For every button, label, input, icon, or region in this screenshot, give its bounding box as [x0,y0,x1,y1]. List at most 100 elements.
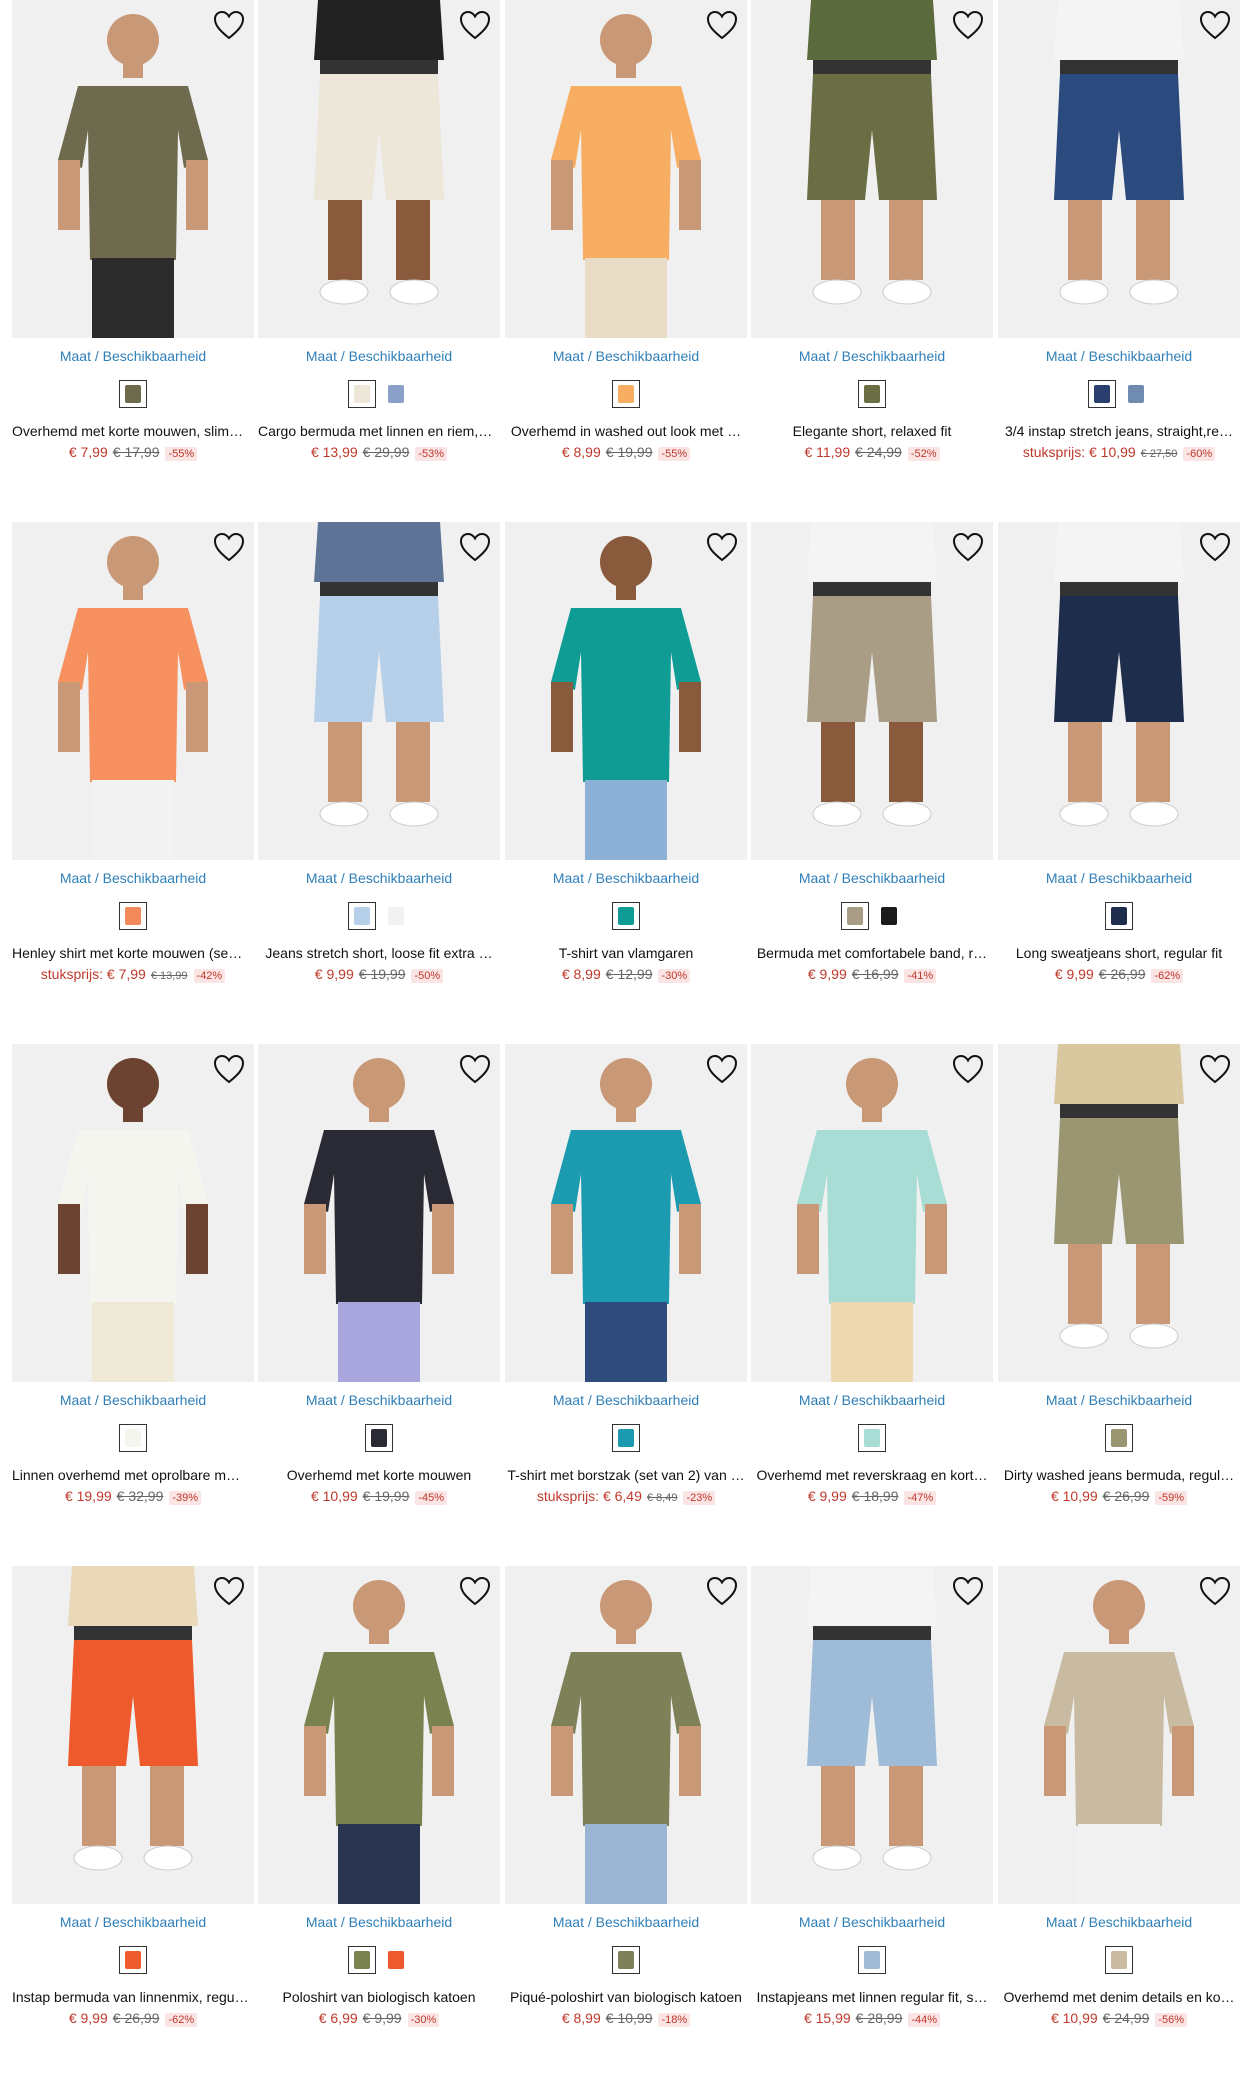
product-title[interactable]: Dirty washed jeans bermuda, regul… [998,1467,1240,1483]
color-swatch[interactable] [841,902,869,930]
product-title[interactable]: Instap bermuda van linnenmix, regu… [12,1989,254,2005]
color-swatch[interactable] [612,1946,640,1974]
product-title[interactable]: Bermuda met comfortabele band, r… [751,945,993,961]
product-image[interactable] [12,0,254,338]
product-title[interactable]: Linnen overhemd met oprolbare m… [12,1467,254,1483]
wishlist-heart-icon[interactable] [1198,1574,1232,1608]
product-card[interactable]: Maat / Beschikbaarheid Overhemd met korte… [12,0,254,480]
color-swatch[interactable] [1105,1424,1133,1452]
product-image[interactable] [751,1566,993,1904]
color-swatch[interactable] [1122,380,1150,408]
product-card[interactable]: Maat / Beschikbaarheid Overhemd met korte… [258,1044,500,1524]
product-card[interactable]: Maat / Beschikbaarheid Piqué-poloshirt va… [505,1566,747,2046]
size-availability-link[interactable]: Maat / Beschikbaarheid [12,1914,254,1930]
product-card[interactable]: Maat / Beschikbaarheid Linnen overhemd me… [12,1044,254,1524]
color-swatch[interactable] [382,1946,410,1974]
product-title[interactable]: Cargo bermuda met linnen en riem,… [258,423,500,439]
color-swatch[interactable] [858,1424,886,1452]
color-swatch[interactable] [858,1946,886,1974]
wishlist-heart-icon[interactable] [458,1574,492,1608]
product-image[interactable] [258,1566,500,1904]
wishlist-heart-icon[interactable] [705,530,739,564]
product-card[interactable]: Maat / Beschikbaarheid Overhemd met rever… [751,1044,993,1524]
product-title[interactable]: T-shirt van vlamgaren [505,945,747,961]
product-image[interactable] [258,522,500,860]
product-title[interactable]: 3/4 instap stretch jeans, straight,re… [998,423,1240,439]
color-swatch[interactable] [612,902,640,930]
size-availability-link[interactable]: Maat / Beschikbaarheid [12,870,254,886]
size-availability-link[interactable]: Maat / Beschikbaarheid [998,1392,1240,1408]
size-availability-link[interactable]: Maat / Beschikbaarheid [258,1392,500,1408]
product-image[interactable] [258,1044,500,1382]
product-title[interactable]: Instapjeans met linnen regular fit, s… [751,1989,993,2005]
color-swatch[interactable] [365,1424,393,1452]
product-title[interactable]: Overhemd met korte mouwen [258,1467,500,1483]
product-image[interactable] [12,1044,254,1382]
color-swatch[interactable] [1105,1946,1133,1974]
color-swatch[interactable] [875,902,903,930]
product-title[interactable]: Poloshirt van biologisch katoen [258,1989,500,2005]
product-image[interactable] [12,522,254,860]
wishlist-heart-icon[interactable] [458,8,492,42]
product-card[interactable]: Maat / Beschikbaarheid Elegante short, re… [751,0,993,480]
product-card[interactable]: Maat / Beschikbaarheid Cargo bermuda met … [258,0,500,480]
size-availability-link[interactable]: Maat / Beschikbaarheid [505,1392,747,1408]
size-availability-link[interactable]: Maat / Beschikbaarheid [998,1914,1240,1930]
color-swatch[interactable] [348,902,376,930]
product-image[interactable] [998,1044,1240,1382]
color-swatch[interactable] [382,902,410,930]
product-image[interactable] [751,0,993,338]
size-availability-link[interactable]: Maat / Beschikbaarheid [505,1914,747,1930]
wishlist-heart-icon[interactable] [951,530,985,564]
size-availability-link[interactable]: Maat / Beschikbaarheid [258,1914,500,1930]
wishlist-heart-icon[interactable] [951,1574,985,1608]
product-card[interactable]: Maat / Beschikbaarheid Instap bermuda van… [12,1566,254,2046]
wishlist-heart-icon[interactable] [951,8,985,42]
product-title[interactable]: Overhemd met denim details en ko… [998,1989,1240,2005]
wishlist-heart-icon[interactable] [705,1052,739,1086]
color-swatch[interactable] [858,380,886,408]
size-availability-link[interactable]: Maat / Beschikbaarheid [998,870,1240,886]
size-availability-link[interactable]: Maat / Beschikbaarheid [505,348,747,364]
size-availability-link[interactable]: Maat / Beschikbaarheid [12,1392,254,1408]
color-swatch[interactable] [612,380,640,408]
wishlist-heart-icon[interactable] [705,8,739,42]
wishlist-heart-icon[interactable] [705,1574,739,1608]
product-card[interactable]: Maat / Beschikbaarheid Bermuda met comfor… [751,522,993,1002]
size-availability-link[interactable]: Maat / Beschikbaarheid [751,870,993,886]
color-swatch[interactable] [382,380,410,408]
wishlist-heart-icon[interactable] [951,1052,985,1086]
product-title[interactable]: Henley shirt met korte mouwen (se… [12,945,254,961]
wishlist-heart-icon[interactable] [212,1574,246,1608]
color-swatch[interactable] [119,1424,147,1452]
wishlist-heart-icon[interactable] [1198,530,1232,564]
wishlist-heart-icon[interactable] [458,1052,492,1086]
product-image[interactable] [998,1566,1240,1904]
color-swatch[interactable] [119,1946,147,1974]
product-card[interactable]: Maat / Beschikbaarheid Dirty washed jeans… [998,1044,1240,1524]
product-card[interactable]: Maat / Beschikbaarheid T-shirt van vlamga… [505,522,747,1002]
color-swatch[interactable] [119,902,147,930]
product-card[interactable]: Maat / Beschikbaarheid 3/4 instap stretch… [998,0,1240,480]
size-availability-link[interactable]: Maat / Beschikbaarheid [751,1914,993,1930]
size-availability-link[interactable]: Maat / Beschikbaarheid [258,348,500,364]
size-availability-link[interactable]: Maat / Beschikbaarheid [505,870,747,886]
product-image[interactable] [258,0,500,338]
product-title[interactable]: Elegante short, relaxed fit [751,423,993,439]
product-card[interactable]: Maat / Beschikbaarheid Overhemd in washed… [505,0,747,480]
size-availability-link[interactable]: Maat / Beschikbaarheid [258,870,500,886]
product-title[interactable]: Piqué-poloshirt van biologisch katoen [505,1989,747,2005]
product-image[interactable] [505,1566,747,1904]
product-card[interactable]: Maat / Beschikbaarheid Jeans stretch shor… [258,522,500,1002]
product-card[interactable]: Maat / Beschikbaarheid Overhemd met denim… [998,1566,1240,2046]
product-image[interactable] [505,0,747,338]
product-card[interactable]: Maat / Beschikbaarheid Henley shirt met k… [12,522,254,1002]
product-image[interactable] [12,1566,254,1904]
product-title[interactable]: Long sweatjeans short, regular fit [998,945,1240,961]
size-availability-link[interactable]: Maat / Beschikbaarheid [998,348,1240,364]
product-image[interactable] [505,522,747,860]
wishlist-heart-icon[interactable] [1198,8,1232,42]
size-availability-link[interactable]: Maat / Beschikbaarheid [12,348,254,364]
wishlist-heart-icon[interactable] [458,530,492,564]
product-image[interactable] [998,0,1240,338]
